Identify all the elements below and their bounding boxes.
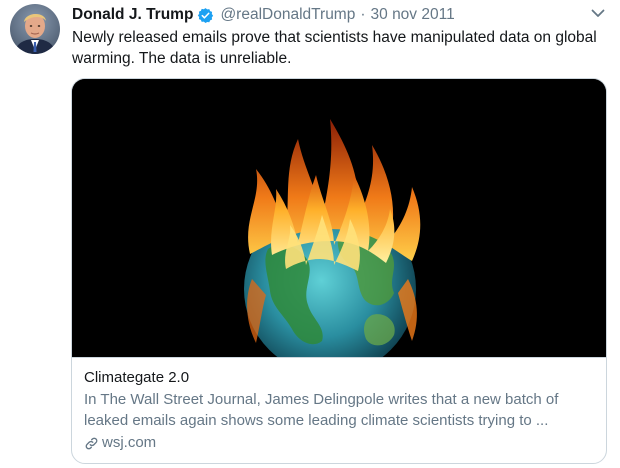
burning-globe-image[interactable]: [72, 79, 606, 357]
card-source-domain: wsj.com: [102, 434, 157, 451]
author-name[interactable]: Donald J. Trump: [72, 6, 193, 24]
author-handle[interactable]: @realDonaldTrump: [220, 6, 355, 24]
card-source: wsj.com: [84, 433, 594, 453]
tweet-date[interactable]: 30 nov 2011: [371, 6, 455, 24]
link-icon: [84, 436, 99, 451]
avatar[interactable]: [10, 4, 60, 54]
link-card[interactable]: Climategate 2.0 In The Wall Street Journ…: [71, 78, 607, 464]
tweet-header: Donald J. Trump @realDonaldTrump · 30 no…: [72, 4, 455, 26]
tweet-text: Newly released emails prove that scienti…: [72, 29, 597, 67]
tweet[interactable]: Donald J. Trump @realDonaldTrump · 30 no…: [0, 0, 620, 468]
card-description: In The Wall Street Journal, James Deling…: [84, 391, 559, 429]
verified-badge-icon: [197, 7, 214, 24]
header-separator: ·: [360, 6, 366, 23]
card-body[interactable]: Climategate 2.0 In The Wall Street Journ…: [72, 357, 606, 463]
card-title: Climategate 2.0: [84, 369, 190, 386]
chevron-down-icon[interactable]: [588, 5, 608, 21]
